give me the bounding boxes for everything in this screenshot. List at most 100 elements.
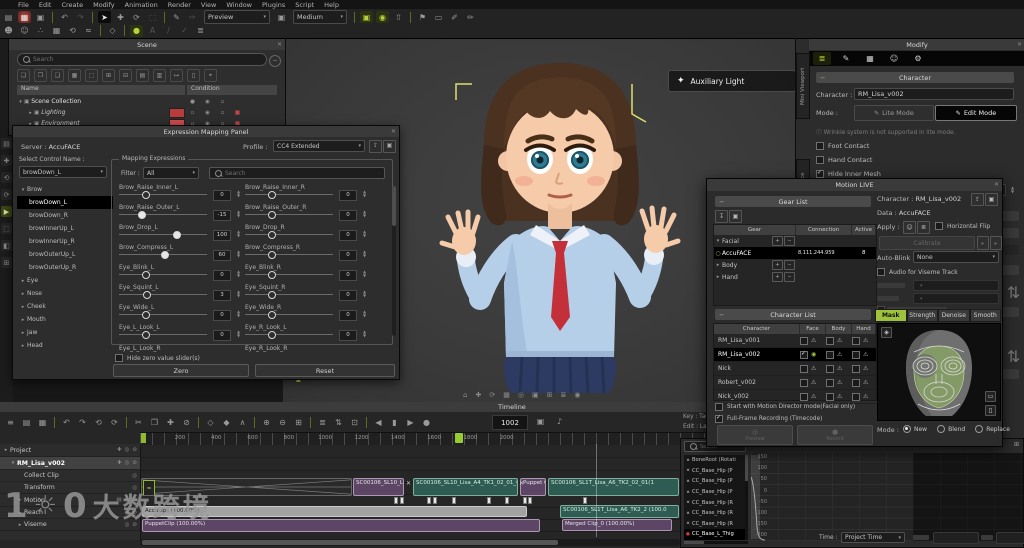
keyframe-marker[interactable] [583, 497, 587, 504]
stepper-down-icon[interactable]: ▼ [237, 294, 240, 298]
collapse-all-icon[interactable]: ⊟ [119, 69, 132, 82]
text-cursor-icon[interactable]: A [146, 25, 159, 37]
lock-icon[interactable]: ▫ [219, 99, 226, 105]
strip-play-icon[interactable]: ▶ [1, 206, 12, 217]
expand-arrow-icon[interactable]: ▸ [2, 447, 10, 453]
tab-adjust-icon[interactable]: ≣ [813, 52, 831, 65]
gear-row-hand[interactable]: ▸ Hand + − [714, 271, 876, 283]
face-checkbox[interactable] [800, 378, 808, 387]
snap-icon[interactable]: ⊡ [348, 416, 361, 428]
scale-tool-icon[interactable]: ⬚ [146, 11, 159, 23]
slider-knob[interactable] [143, 291, 152, 299]
keyframe-marker[interactable] [505, 497, 509, 504]
stepper-down-icon[interactable]: ▼ [363, 194, 366, 198]
character-row-rm_lisa_v002[interactable]: RM_Lisa_v002 ◉ ⚠ ⚠ [714, 348, 876, 362]
expand-arrow-icon[interactable]: ▸ [714, 262, 722, 268]
clip-sc00106_sl1t_l[interactable]: SC00106_SL1T_Lisa_A6_TK2_2 (100.0 [560, 505, 679, 518]
slider-brow_raise_inner_r[interactable] [245, 191, 333, 199]
play-icon[interactable]: ▶ [404, 416, 417, 428]
slider-knob[interactable] [268, 191, 277, 199]
stepper-down-icon[interactable]: ▼ [237, 194, 240, 198]
strip-move-icon[interactable]: ✚ [1, 155, 12, 166]
menu-item-file[interactable]: File [14, 1, 33, 9]
lock-icon[interactable]: ▫ [219, 110, 226, 116]
target-view-icon[interactable]: ◉ [574, 391, 580, 399]
calibrate-prev-button[interactable]: ▸ [977, 236, 989, 250]
slider-eye_wide_l[interactable] [119, 311, 207, 319]
reset-button[interactable]: Reset [255, 364, 395, 377]
orbit-view-icon[interactable]: ⟳ [489, 391, 495, 399]
brush-icon[interactable]: ✏ [464, 11, 477, 23]
character-row-robert_v002[interactable]: Robert_v002 ⚠ ⚠ ⚠ [714, 376, 876, 390]
column-condition[interactable]: Condition [187, 85, 277, 95]
slider-knob[interactable] [142, 331, 151, 339]
time-dropdown[interactable]: Project Time ▾ [841, 532, 905, 543]
gear-row-accuface[interactable]: ○ AccuFACE 8.111.244.959 8 [714, 247, 876, 259]
face-checkbox[interactable] [800, 336, 808, 345]
list-view-icon[interactable]: ▤ [136, 69, 149, 82]
horizontal-flip-checkbox[interactable] [935, 222, 943, 230]
bone-item-5[interactable]: ▪ CC_Base_Hip (R [684, 508, 748, 519]
option-0[interactable]: Start with Motion Director mode(Facial o… [715, 403, 855, 411]
column-name[interactable]: Name [17, 85, 185, 95]
track-collect-clip[interactable]: Collect Clip ◎ [0, 470, 140, 482]
bone-item-3[interactable]: ▪ CC_Base_Hip (P [684, 487, 748, 498]
render-image-icon[interactable]: ▣ [360, 11, 373, 23]
menu-item-help[interactable]: Help [320, 1, 343, 9]
slider-brow_raise_inner_l[interactable] [119, 191, 207, 199]
save-project-icon[interactable]: ▣ [34, 11, 47, 23]
state-icon[interactable]: ▫ [189, 110, 196, 116]
playhead-marker[interactable] [455, 433, 463, 443]
note-icon[interactable]: ▭ [432, 11, 445, 23]
bone-item-4[interactable]: ▪ CC_Base_Hip (R [684, 497, 748, 508]
calibrate-next-button[interactable]: ▸ [990, 236, 1002, 250]
tab-strength[interactable]: Strength [906, 309, 938, 322]
slider-knob[interactable] [268, 231, 277, 239]
expand-arrow-icon[interactable]: ▾ [9, 460, 17, 466]
character-list-header[interactable]: − Character List [715, 309, 871, 320]
slider-stepper[interactable]: ▲ ▼ [361, 289, 368, 299]
stepper-down-icon[interactable]: ▼ [237, 234, 240, 238]
hand-checkbox[interactable] [852, 392, 860, 401]
menu-item-modify[interactable]: Modify [89, 1, 119, 9]
render-flag-icon[interactable]: ■ [234, 110, 241, 116]
menu-item-window[interactable]: Window [222, 1, 256, 9]
record-button[interactable]: ● Record [797, 425, 873, 445]
menu-item-render[interactable]: Render [164, 1, 195, 9]
slider-value[interactable]: 0 [339, 330, 357, 341]
stepper-down-icon[interactable]: ▼ [363, 214, 366, 218]
auxiliary-light-label[interactable]: ✦ Auxiliary Light [668, 70, 796, 92]
tab-smooth[interactable]: Smooth [969, 309, 1001, 322]
audio-viseme-option[interactable]: Audio for Viseme Track [877, 268, 958, 276]
slider-value[interactable]: 0 [213, 270, 231, 281]
character-column-body[interactable]: Body [826, 324, 852, 334]
state-icon[interactable]: ● [189, 99, 196, 105]
slider-stepper[interactable]: ▲ ▼ [235, 329, 242, 339]
track-icon[interactable]: ⊘ [132, 460, 137, 466]
gear-save-button[interactable]: ▣ [729, 210, 742, 223]
strip-mask-icon[interactable]: ◧ [1, 240, 12, 251]
checkbox[interactable] [715, 403, 723, 411]
body-scale-stepper[interactable]: ▲ ▼ [1009, 185, 1016, 195]
layers-view-icon[interactable]: ≣ [560, 391, 566, 399]
dope-sheet-icon[interactable]: ▦ [36, 416, 49, 428]
slider-value[interactable]: 0 [339, 270, 357, 281]
strip-content-icon[interactable]: ▤ [1, 138, 12, 149]
bone-item-2[interactable]: ▪ CC_Base_Hip (P [684, 476, 748, 487]
keyframe-marker[interactable] [433, 497, 437, 504]
redo-icon[interactable]: ↷ [74, 11, 87, 23]
slider-stepper[interactable]: ▲ ▼ [361, 269, 368, 279]
hand-checkbox[interactable] [852, 378, 860, 387]
stepper-down-icon[interactable]: ▼ [237, 214, 240, 218]
render-video-icon[interactable]: ◉ [376, 11, 389, 23]
camera-switch-icon[interactable]: ▣ [534, 415, 547, 427]
pan-view-icon[interactable]: ✚ [475, 391, 481, 399]
slider-stepper[interactable]: ▲ ▼ [361, 189, 368, 199]
track-icon[interactable]: ◎ [132, 473, 137, 479]
actor-group-icon[interactable]: ☻ [2, 25, 15, 37]
slider-brow_compress_l[interactable] [119, 251, 207, 259]
gear-column-active[interactable]: Active [852, 225, 876, 235]
menu-item-view[interactable]: View [197, 1, 220, 9]
keyframe-marker[interactable] [487, 497, 491, 504]
swap-icon[interactable]: ⇅ [332, 416, 345, 428]
